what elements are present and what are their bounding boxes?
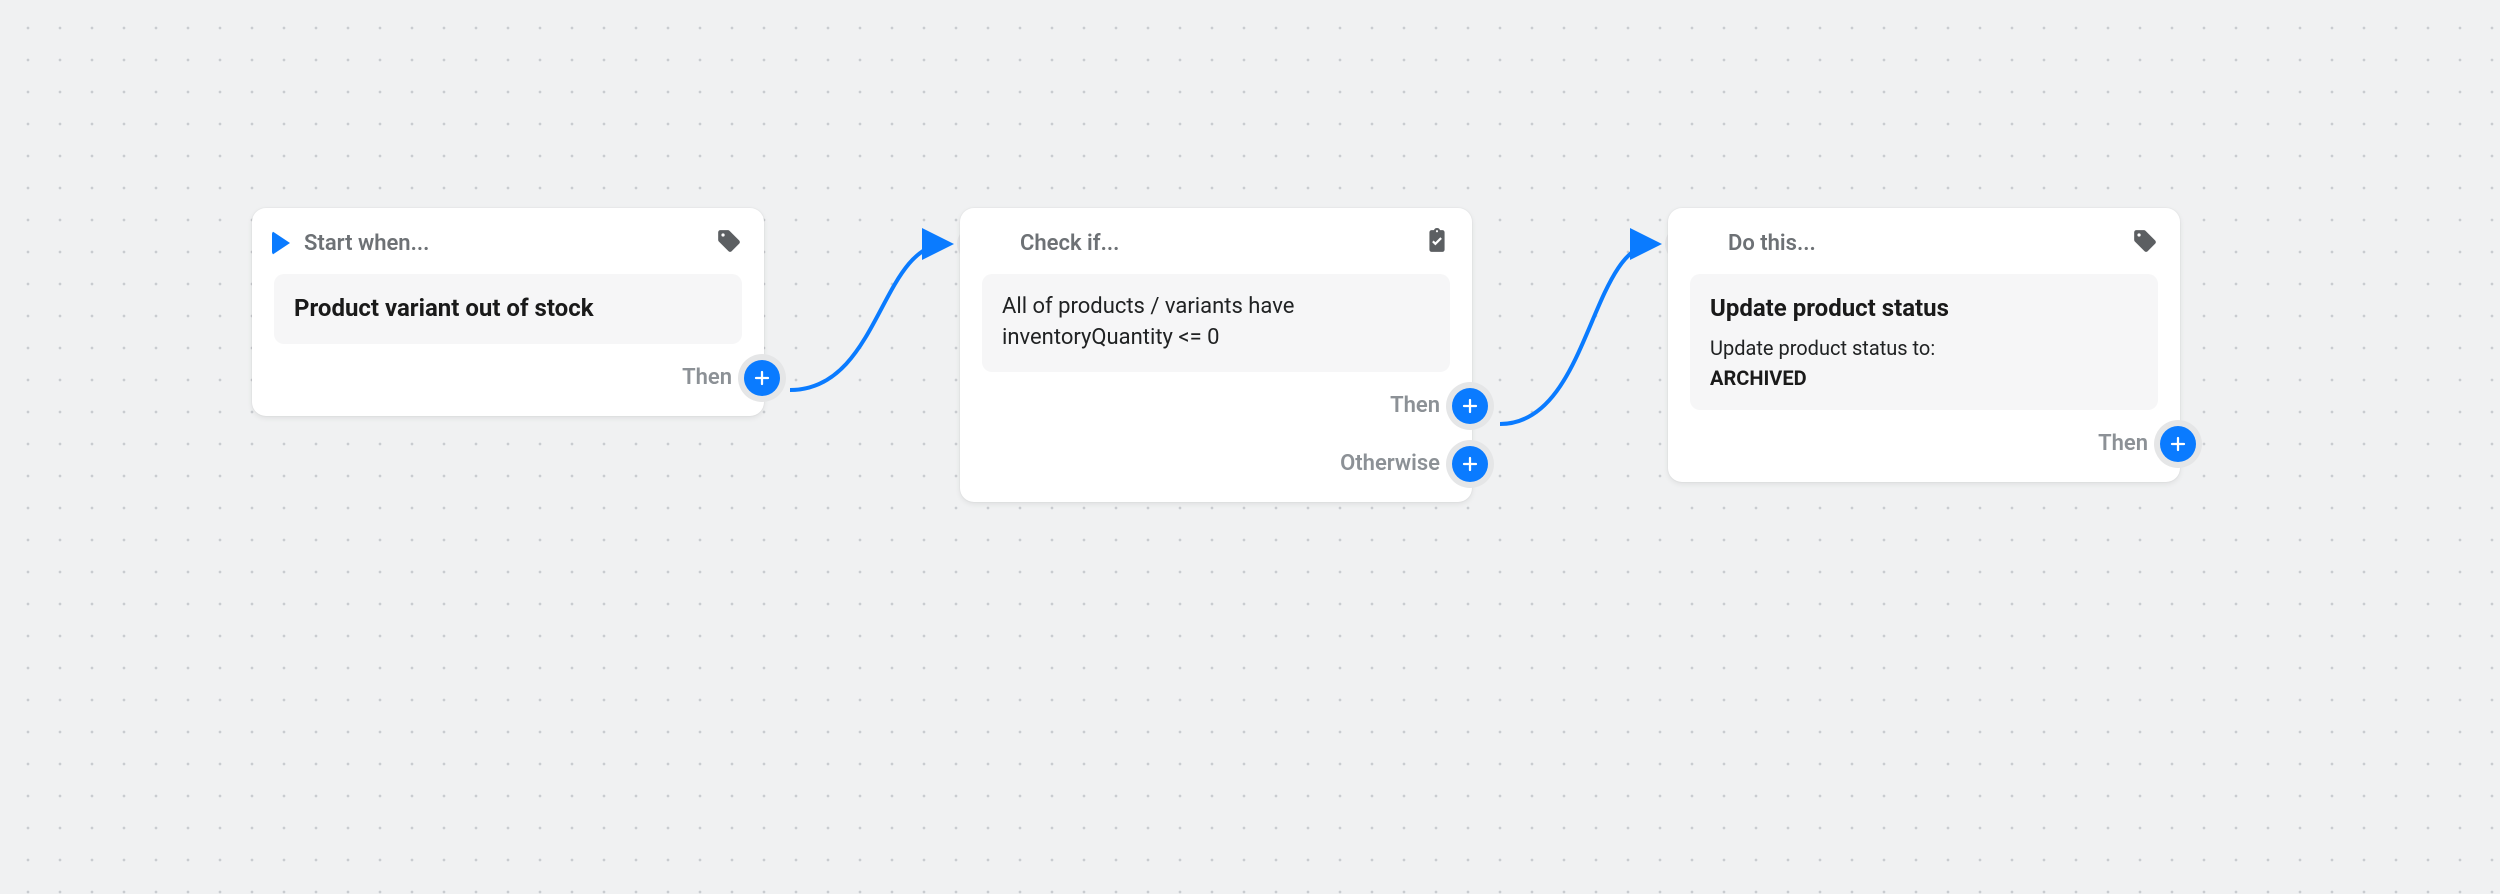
add-step-button[interactable] [744,360,780,396]
add-step-button[interactable] [1452,388,1488,424]
action-node[interactable]: Do this... Update product status Update … [1668,208,2180,482]
clipboard-check-icon[interactable] [1424,228,1450,258]
tag-icon[interactable] [2132,228,2158,258]
branch-label: Otherwise [1340,451,1440,476]
condition-header-label: Check if... [1020,231,1119,256]
action-branch-then: Then [1690,426,2196,462]
trigger-branch-then: Then [274,360,780,396]
action-header: Do this... [1690,228,2158,258]
condition-branch-then: Then [982,388,1488,424]
action-body-value: ARCHIVED [1710,364,2138,392]
trigger-header-label: Start when... [304,231,429,256]
add-step-button[interactable] [2160,426,2196,462]
condition-body-text: All of products / variants have inventor… [1002,292,1430,354]
condition-branch-otherwise: Otherwise [982,446,1488,482]
action-body: Update product status Update product sta… [1690,274,2158,410]
add-step-button[interactable] [1452,446,1488,482]
trigger-body-title: Product variant out of stock [294,292,722,326]
condition-header: Check if... [982,228,1450,258]
action-header-label: Do this... [1728,231,1816,256]
action-body-title: Update product status [1710,292,2138,326]
trigger-header: Start when... [274,228,742,258]
branch-label: Then [2098,431,2148,456]
branch-label: Then [682,365,732,390]
action-body-subtitle: Update product status to: [1710,334,2138,362]
branch-label: Then [1390,393,1440,418]
trigger-node[interactable]: Start when... Product variant out of sto… [252,208,764,416]
play-icon [272,231,290,255]
workflow-canvas[interactable]: Start when... Product variant out of sto… [0,0,2500,894]
trigger-body: Product variant out of stock [274,274,742,344]
tag-icon[interactable] [716,228,742,258]
condition-body: All of products / variants have inventor… [982,274,1450,372]
condition-node[interactable]: Check if... All of products / variants h… [960,208,1472,502]
